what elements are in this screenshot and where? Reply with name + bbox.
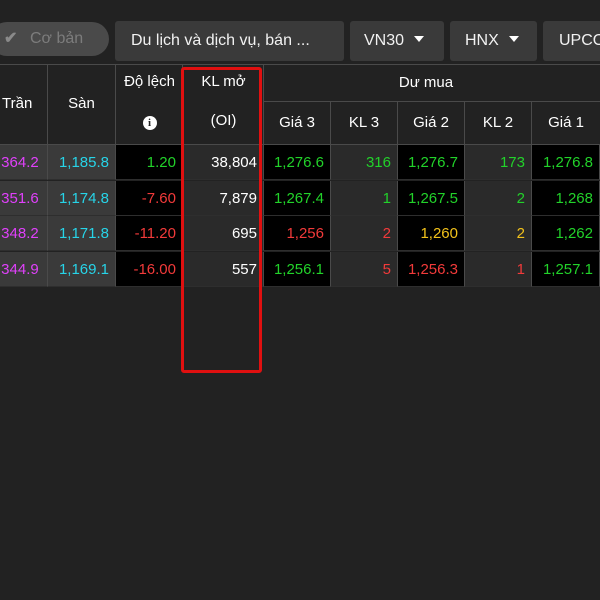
cell-gia2: 1,256.3 <box>398 251 465 287</box>
cell-diff: -16.00 <box>116 251 183 287</box>
cell-kl2: 2 <box>465 180 532 216</box>
cell-gia2: 1,267.5 <box>398 180 465 216</box>
cell-gia1: 1,262 <box>532 216 600 251</box>
cell-gia1: 1,276.8 <box>532 145 600 180</box>
cell-gia3: 1,256 <box>264 216 331 251</box>
cell-ceiling: ,364.2 <box>0 145 48 180</box>
cell-gia3: 1,256.1 <box>264 251 331 287</box>
header-diff[interactable]: Độ lệch i <box>116 64 183 144</box>
hnx-dropdown-label: HNX <box>465 32 499 49</box>
cell-kl3: 5 <box>331 251 398 287</box>
header-floor-label: Sàn <box>68 95 95 112</box>
cell-ceiling: ,344.9 <box>0 251 48 287</box>
cell-floor: 1,174.8 <box>48 180 116 216</box>
caret-down-icon <box>508 35 519 42</box>
toolbar: ✔ Cơ bản Du lịch và dịch vụ, bán ... VN30… <box>0 0 600 64</box>
cell-diff: -11.20 <box>116 216 183 251</box>
cell-ceiling: ,348.2 <box>0 216 48 251</box>
header-kl2-label: KL 2 <box>482 114 514 131</box>
cell-ceiling: ,351.6 <box>0 180 48 216</box>
industry-dropdown[interactable]: Du lịch và dịch vụ, bán ... <box>115 21 344 61</box>
header-floor[interactable]: Sàn <box>48 64 116 144</box>
price-board: Trần Sàn Độ lệch i KL mở (OI) Dư mua Giá… <box>0 64 600 600</box>
header-buy-group: Dư mua <box>264 64 600 102</box>
header-ceiling-label: Trần <box>2 95 33 112</box>
header-ceiling[interactable]: Trần <box>0 64 48 144</box>
cell-gia1: 1,257.1 <box>532 251 600 287</box>
header-gia1-label: Giá 1 <box>548 114 584 131</box>
info-icon[interactable]: i <box>142 116 157 130</box>
vn30-dropdown[interactable]: VN30 <box>350 21 444 61</box>
cell-oi: 7,879 <box>183 180 264 216</box>
cell-diff: 1.20 <box>116 145 183 180</box>
cell-kl3: 1 <box>331 180 398 216</box>
table-top-border <box>0 64 600 65</box>
header-gia2-label: Giá 2 <box>413 114 449 131</box>
cell-floor: 1,169.1 <box>48 251 116 287</box>
header-buy-group-label: Dư mua <box>398 74 454 91</box>
basic-view-toggle[interactable]: ✔ Cơ bản <box>0 22 109 56</box>
cell-gia1: 1,268 <box>532 180 600 216</box>
basic-view-label: Cơ bản <box>30 30 84 47</box>
cell-diff: -7.60 <box>116 180 183 216</box>
cell-kl3: 2 <box>331 216 398 251</box>
vn30-dropdown-label: VN30 <box>364 32 405 49</box>
upcom-dropdown[interactable]: UPCO <box>543 21 600 61</box>
header-gia3[interactable]: Giá 3 <box>264 102 331 144</box>
cell-kl2: 2 <box>465 216 532 251</box>
cell-floor: 1,185.8 <box>48 145 116 180</box>
cell-oi: 695 <box>183 216 264 251</box>
header-kl3-label: KL 3 <box>348 114 380 131</box>
header-oi-line2: (OI) <box>210 112 237 129</box>
cell-floor: 1,171.8 <box>48 216 116 251</box>
cell-gia3: 1,267.4 <box>264 180 331 216</box>
header-open-interest[interactable]: KL mở (OI) <box>183 64 264 144</box>
cell-gia2: 1,260 <box>398 216 465 251</box>
cell-oi: 557 <box>183 251 264 287</box>
hnx-dropdown[interactable]: HNX <box>450 21 537 61</box>
caret-down-icon <box>414 35 425 42</box>
header-gia2[interactable]: Giá 2 <box>398 102 465 144</box>
upcom-dropdown-label: UPCO <box>559 32 600 49</box>
header-oi-line1: KL mở <box>201 73 246 90</box>
checkmark-icon: ✔ <box>4 30 18 47</box>
cell-gia2: 1,276.7 <box>398 145 465 180</box>
header-diff-label: Độ lệch <box>124 73 175 90</box>
cell-gia3: 1,276.6 <box>264 145 331 180</box>
cell-oi: 38,804 <box>183 145 264 180</box>
header-kl3[interactable]: KL 3 <box>331 102 398 144</box>
industry-dropdown-label: Du lịch và dịch vụ, bán ... <box>131 32 310 49</box>
header-gia3-label: Giá 3 <box>279 114 315 131</box>
header-gia1[interactable]: Giá 1 <box>532 102 600 144</box>
cell-kl3: 316 <box>331 145 398 180</box>
header-kl2[interactable]: KL 2 <box>465 102 532 144</box>
cell-kl2: 1 <box>465 251 532 287</box>
cell-kl2: 173 <box>465 145 532 180</box>
